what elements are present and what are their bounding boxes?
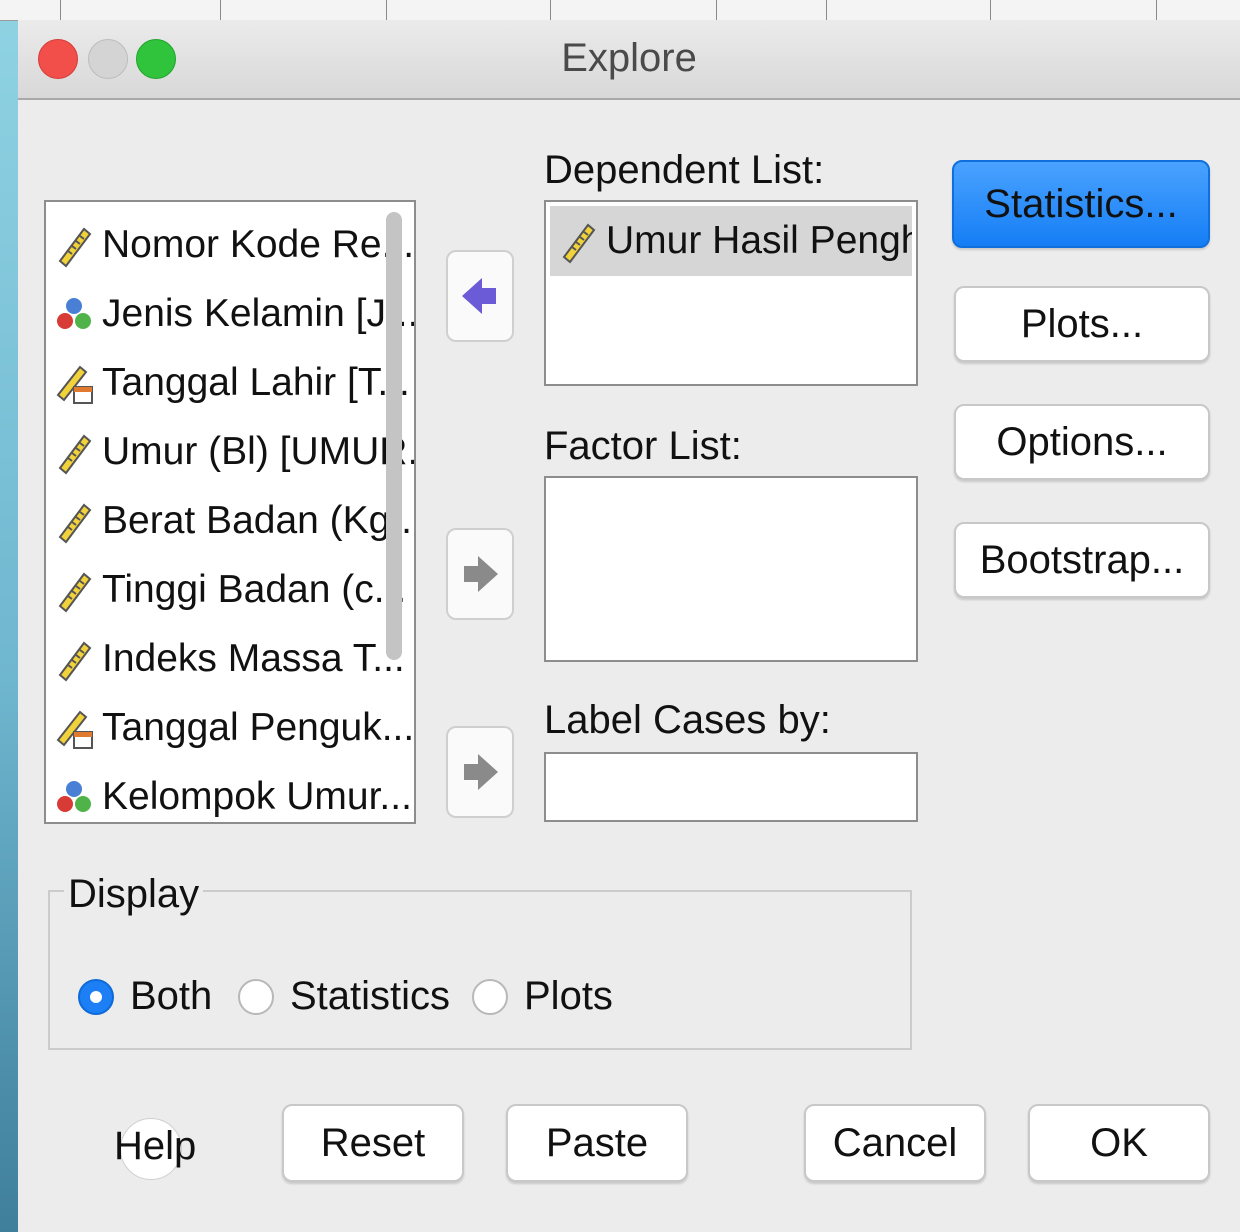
scale-ruler-icon — [562, 223, 596, 264]
explore-dialog: Explore Nomor Kode Re... Jenis Kelamin [… — [18, 20, 1240, 1232]
list-item[interactable]: Jenis Kelamin [J... — [54, 283, 416, 345]
list-item-label: Kelompok Umur... — [102, 775, 412, 818]
nominal-balls-icon — [57, 298, 91, 329]
radio-label: Both — [130, 974, 213, 1018]
dependent-list-label: Dependent List: — [544, 148, 825, 192]
list-item[interactable]: Tanggal Penguk... — [54, 697, 414, 759]
help-label: Help — [114, 1124, 197, 1168]
list-item[interactable]: Kelompok Umur... — [54, 766, 412, 822]
radio-both[interactable]: Both — [78, 974, 212, 1019]
scale-ruler-icon — [58, 434, 92, 475]
label-cases-field[interactable] — [544, 752, 918, 822]
list-item-label: Tanggal Lahir [T... — [102, 361, 410, 404]
list-item[interactable]: Tinggi Badan (c... — [54, 559, 406, 621]
date-ruler-icon — [56, 365, 93, 404]
list-item[interactable]: Umur (Bl) [UMUR... — [54, 421, 416, 483]
scale-ruler-icon — [58, 572, 92, 613]
reset-button[interactable]: Reset — [282, 1104, 464, 1182]
arrow-left-icon — [462, 278, 496, 314]
title-bar: Explore — [18, 20, 1240, 100]
list-item[interactable]: Indeks Massa T... — [54, 628, 405, 690]
scale-ruler-icon — [58, 227, 92, 268]
list-item-label: Umur Hasil Penghit... — [606, 219, 912, 262]
arrow-right-icon — [464, 754, 498, 790]
date-ruler-icon — [56, 710, 93, 749]
nominal-balls-icon — [57, 781, 91, 812]
bootstrap-button[interactable]: Bootstrap... — [954, 522, 1210, 598]
display-group-label: Display — [64, 872, 204, 917]
list-item-label: Berat Badan (Kg... — [102, 499, 416, 542]
list-item[interactable]: Tanggal Lahir [T... — [54, 352, 410, 414]
list-item-label: Tinggi Badan (c... — [102, 568, 407, 611]
list-item-label: Nomor Kode Re... — [102, 223, 415, 266]
cancel-button[interactable]: Cancel — [804, 1104, 986, 1182]
move-label-cases-button[interactable] — [446, 726, 514, 818]
options-button[interactable]: Options... — [954, 404, 1210, 480]
display-group: Display Both Statistics Plots — [48, 872, 912, 1050]
factor-list-label: Factor List: — [544, 424, 742, 468]
list-item[interactable]: Umur Hasil Penghit... — [550, 206, 912, 276]
variable-list[interactable]: Nomor Kode Re... Jenis Kelamin [J... Tan… — [44, 200, 416, 824]
radio-label: Statistics — [290, 974, 451, 1018]
list-item-label: Jenis Kelamin [J... — [102, 292, 416, 335]
label-cases-label: Label Cases by: — [544, 698, 831, 742]
list-item[interactable]: Berat Badan (Kg... — [54, 490, 416, 552]
radio-statistics[interactable]: Statistics — [238, 974, 450, 1019]
move-dependent-button[interactable] — [446, 250, 514, 342]
list-item[interactable]: Nomor Kode Re... — [54, 214, 414, 276]
scale-ruler-icon — [58, 503, 92, 544]
list-item-label: Tanggal Penguk... — [102, 706, 415, 749]
list-item-label: Indeks Massa T... — [102, 637, 405, 680]
radio-selected-icon — [78, 978, 114, 1015]
scale-ruler-icon — [58, 641, 92, 682]
dependent-list[interactable]: Umur Hasil Penghit... — [544, 200, 918, 386]
statistics-button[interactable]: Statistics... — [952, 160, 1210, 248]
ok-button[interactable]: OK — [1028, 1104, 1210, 1182]
radio-unselected-icon — [238, 978, 274, 1015]
arrow-right-icon — [464, 556, 498, 592]
plots-button[interactable]: Plots... — [954, 286, 1210, 362]
list-item-label: Umur (Bl) [UMUR... — [102, 430, 416, 473]
move-factor-button[interactable] — [446, 528, 514, 620]
factor-list[interactable] — [544, 476, 918, 662]
radio-plots[interactable]: Plots — [472, 974, 613, 1019]
background-window-header — [0, 0, 1240, 21]
radio-label: Plots — [524, 974, 613, 1018]
paste-button[interactable]: Paste — [506, 1104, 688, 1182]
window-title: Explore — [561, 36, 697, 80]
radio-unselected-icon — [472, 978, 508, 1015]
vertical-scrollbar[interactable] — [386, 212, 402, 660]
